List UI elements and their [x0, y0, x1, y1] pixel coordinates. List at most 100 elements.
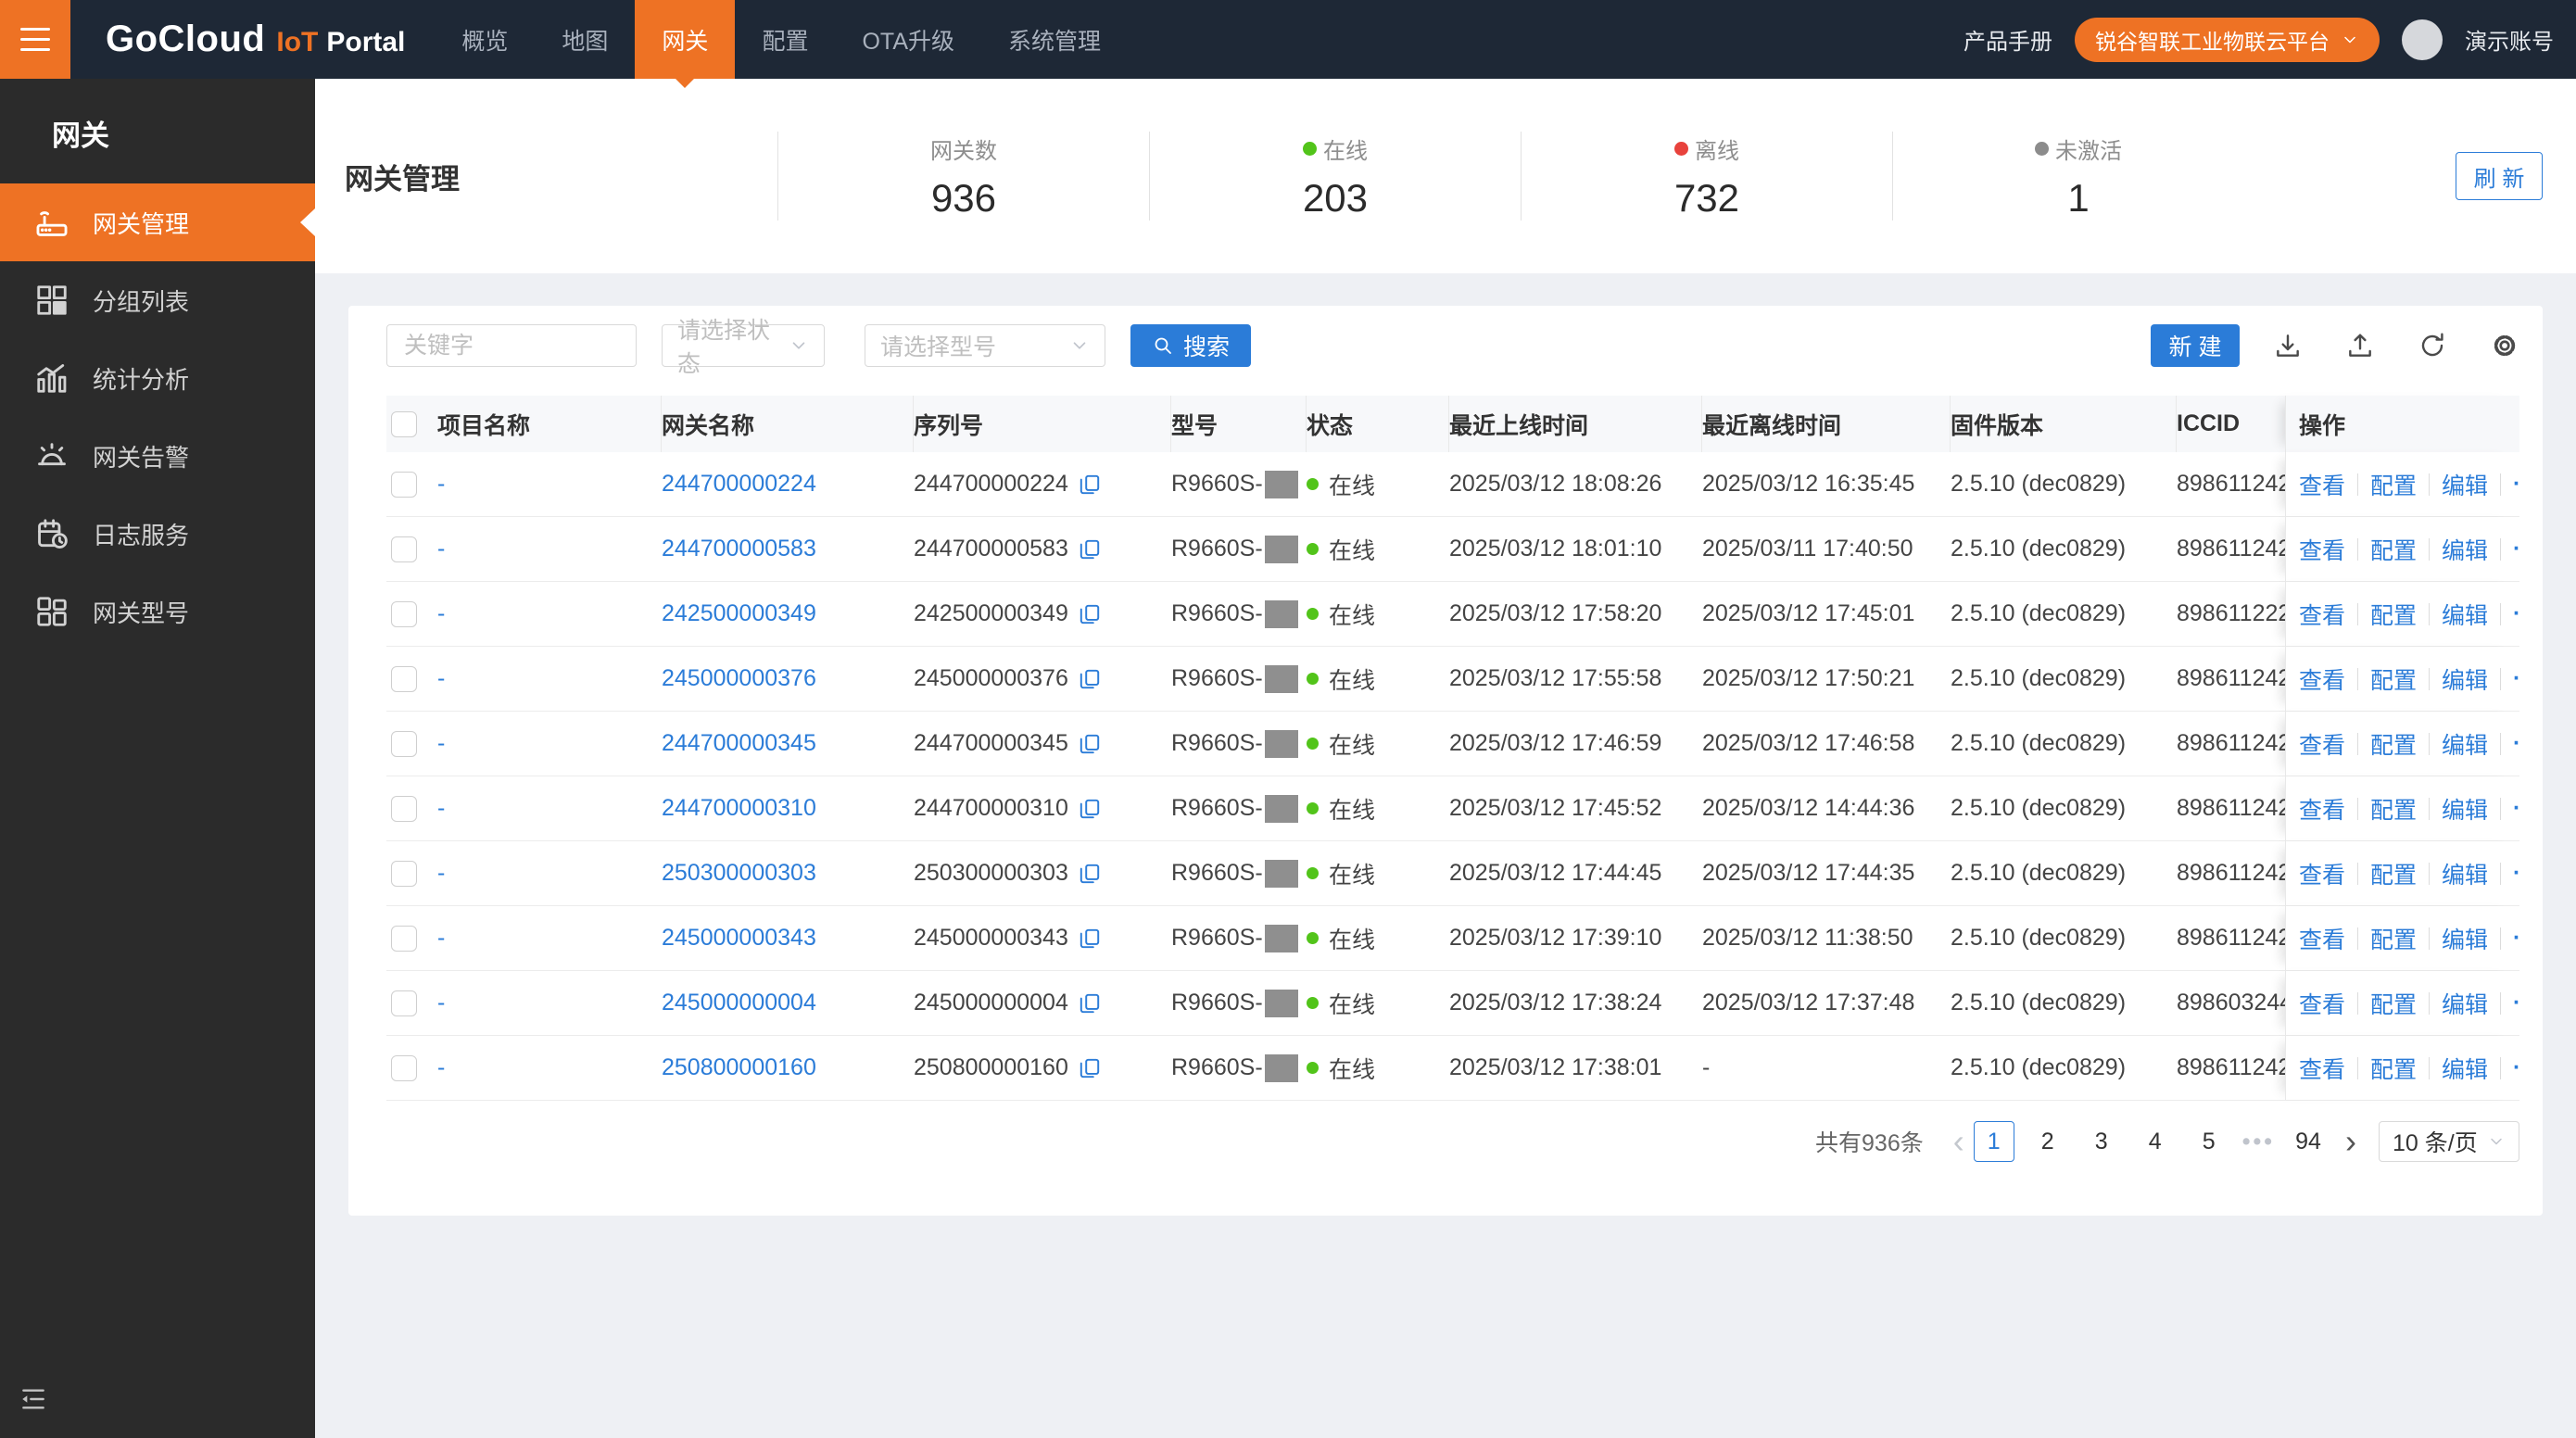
row-more-actions-icon[interactable]: ··· [2513, 1054, 2519, 1081]
row-action-link[interactable]: 编辑 [2442, 1052, 2488, 1085]
project-name-link[interactable]: - [437, 795, 445, 822]
row-checkbox[interactable] [391, 471, 417, 498]
copy-icon[interactable] [1078, 602, 1102, 626]
gateway-name-link[interactable]: 245000000376 [662, 665, 816, 692]
project-name-link[interactable]: - [437, 665, 445, 692]
copy-icon[interactable] [1078, 667, 1102, 691]
page-button[interactable]: 3 [2081, 1121, 2122, 1162]
avatar[interactable] [2402, 19, 2443, 60]
gateway-name-link[interactable]: 242500000349 [662, 600, 816, 627]
copy-icon[interactable] [1078, 862, 1102, 886]
project-name-link[interactable]: - [437, 1054, 445, 1081]
refresh-icon[interactable] [2418, 331, 2447, 360]
model-select[interactable]: 请选择型号 [865, 324, 1105, 367]
row-more-actions-icon[interactable]: ··· [2513, 536, 2519, 562]
row-action-link[interactable]: 配置 [2370, 857, 2417, 890]
row-action-link[interactable]: 查看 [2299, 468, 2345, 501]
page-button[interactable]: 1 [1973, 1121, 2014, 1162]
platform-select-button[interactable]: 锐谷智联工业物联云平台 [2075, 17, 2380, 62]
product-manual-link[interactable]: 产品手册 [1964, 23, 2052, 56]
row-more-actions-icon[interactable]: ··· [2513, 925, 2519, 952]
row-action-link[interactable]: 查看 [2299, 922, 2345, 955]
row-action-link[interactable]: 编辑 [2442, 468, 2488, 501]
status-select[interactable]: 请选择状态 [662, 318, 825, 377]
row-action-link[interactable]: 配置 [2370, 792, 2417, 826]
project-name-link[interactable]: - [437, 471, 445, 498]
download-icon[interactable] [2273, 331, 2303, 360]
page-size-select[interactable]: 10 条/页 [2379, 1121, 2519, 1162]
row-action-link[interactable]: 编辑 [2442, 662, 2488, 696]
row-checkbox[interactable] [391, 860, 417, 887]
row-more-actions-icon[interactable]: ··· [2513, 471, 2519, 498]
row-action-link[interactable]: 配置 [2370, 468, 2417, 501]
gateway-name-link[interactable]: 244700000583 [662, 536, 816, 562]
gateway-name-link[interactable]: 244700000224 [662, 471, 816, 498]
row-more-actions-icon[interactable]: ··· [2513, 665, 2519, 692]
sidebar-item[interactable]: 日志服务 [0, 495, 315, 573]
row-action-link[interactable]: 查看 [2299, 857, 2345, 890]
upload-icon[interactable] [2345, 331, 2375, 360]
row-action-link[interactable]: 查看 [2299, 987, 2345, 1020]
row-checkbox[interactable] [391, 795, 417, 822]
row-action-link[interactable]: 查看 [2299, 662, 2345, 696]
project-name-link[interactable]: - [437, 860, 445, 887]
project-name-link[interactable]: - [437, 990, 445, 1016]
row-more-actions-icon[interactable]: ··· [2513, 730, 2519, 757]
page-button[interactable]: 2 [2027, 1121, 2068, 1162]
sidebar-item[interactable]: 网关告警 [0, 417, 315, 495]
row-action-link[interactable]: 编辑 [2442, 533, 2488, 566]
gateway-name-link[interactable]: 250300000303 [662, 860, 816, 887]
row-checkbox[interactable] [391, 1054, 417, 1081]
page-button[interactable]: 5 [2189, 1121, 2229, 1162]
row-action-link[interactable]: 编辑 [2442, 857, 2488, 890]
row-action-link[interactable]: 编辑 [2442, 598, 2488, 631]
sidebar-item[interactable]: 网关型号 [0, 573, 315, 650]
top-nav-item[interactable]: 地图 [535, 0, 635, 79]
project-name-link[interactable]: - [437, 925, 445, 952]
row-action-link[interactable]: 查看 [2299, 727, 2345, 761]
row-checkbox[interactable] [391, 925, 417, 952]
copy-icon[interactable] [1078, 797, 1102, 821]
copy-icon[interactable] [1078, 1056, 1102, 1080]
row-more-actions-icon[interactable]: ··· [2513, 990, 2519, 1016]
row-more-actions-icon[interactable]: ··· [2513, 600, 2519, 627]
search-button[interactable]: 搜索 [1130, 324, 1251, 367]
row-action-link[interactable]: 查看 [2299, 598, 2345, 631]
row-more-actions-icon[interactable]: ··· [2513, 795, 2519, 822]
row-action-link[interactable]: 配置 [2370, 987, 2417, 1020]
copy-icon[interactable] [1078, 537, 1102, 561]
page-button[interactable]: 4 [2135, 1121, 2176, 1162]
row-checkbox[interactable] [391, 730, 417, 757]
prev-page-arrow[interactable]: ‹ [1948, 1121, 1970, 1162]
row-action-link[interactable]: 配置 [2370, 922, 2417, 955]
gateway-name-link[interactable]: 244700000345 [662, 730, 816, 757]
row-action-link[interactable]: 编辑 [2442, 922, 2488, 955]
copy-icon[interactable] [1078, 927, 1102, 951]
project-name-link[interactable]: - [437, 730, 445, 757]
top-nav-item[interactable]: 网关 [635, 0, 736, 79]
row-action-link[interactable]: 配置 [2370, 727, 2417, 761]
copy-icon[interactable] [1078, 473, 1102, 497]
copy-icon[interactable] [1078, 991, 1102, 1015]
row-action-link[interactable]: 编辑 [2442, 727, 2488, 761]
page-button[interactable]: 94 [2288, 1121, 2329, 1162]
create-button[interactable]: 新 建 [2151, 324, 2240, 367]
next-page-arrow[interactable]: › [2340, 1121, 2362, 1162]
row-checkbox[interactable] [391, 665, 417, 692]
row-checkbox[interactable] [391, 600, 417, 627]
sidebar-item[interactable]: 统计分析 [0, 339, 315, 417]
hamburger-menu-icon[interactable] [0, 0, 70, 79]
row-action-link[interactable]: 配置 [2370, 598, 2417, 631]
row-more-actions-icon[interactable]: ··· [2513, 860, 2519, 887]
row-checkbox[interactable] [391, 990, 417, 1016]
row-action-link[interactable]: 查看 [2299, 792, 2345, 826]
top-nav-item[interactable]: 概览 [435, 0, 535, 79]
row-checkbox[interactable] [391, 536, 417, 562]
gateway-name-link[interactable]: 250800000160 [662, 1054, 816, 1081]
project-name-link[interactable]: - [437, 600, 445, 627]
top-nav-item[interactable]: 配置 [735, 0, 835, 79]
copy-icon[interactable] [1078, 732, 1102, 756]
top-nav-item[interactable]: OTA升级 [835, 0, 981, 79]
project-name-link[interactable]: - [437, 536, 445, 562]
top-nav-item[interactable]: 系统管理 [981, 0, 1128, 79]
